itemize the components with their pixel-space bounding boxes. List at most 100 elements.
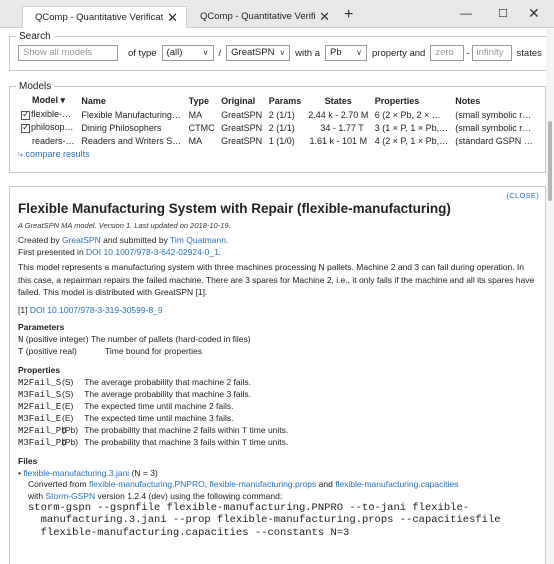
property-and-label: property and xyxy=(372,47,426,59)
tab-title: QComp - Quantitative Verification Benchm… xyxy=(200,11,316,22)
col-model-header[interactable]: Model ▾ xyxy=(18,93,78,108)
range-dash: - xyxy=(466,47,470,59)
min-states-input[interactable]: zero xyxy=(430,45,465,61)
cell-type: CTMC xyxy=(188,122,215,133)
cell-states: 2.44 k - 2.70 M xyxy=(308,109,369,120)
cell-original: GreatSPN xyxy=(221,122,263,133)
property-desc: The expected time until machine 3 fails. xyxy=(84,412,234,423)
col-original-header[interactable]: Original xyxy=(218,93,266,108)
col-notes-header[interactable]: Notes xyxy=(452,93,537,108)
with-a-label: with a xyxy=(295,47,320,59)
slash-separator: / xyxy=(218,47,222,59)
search-input[interactable]: Show all models xyxy=(18,45,118,61)
formalism-select-value: GreatSPN xyxy=(231,47,275,58)
tab-title: QComp - Quantitative Verification Benchm… xyxy=(35,12,163,23)
presented-prefix: First presented in xyxy=(18,247,84,257)
source-pnpro-link[interactable]: flexible-manufacturing.PNPRO xyxy=(89,479,205,489)
model-meta: A GreatSPN MA model. Version 1. Last upd… xyxy=(18,221,231,230)
max-states-input[interactable]: infinity xyxy=(471,45,512,61)
cell-original: GreatSPN xyxy=(221,109,263,120)
cell-model[interactable]: philosop… xyxy=(18,121,78,134)
cell-notes: (standard GSPN … xyxy=(455,135,533,146)
tool-link[interactable]: Storm-GSPN xyxy=(46,491,96,501)
col-properties-header[interactable]: Properties xyxy=(372,93,452,108)
cell-notes: (small symbolic r… xyxy=(455,122,532,133)
file-link[interactable]: flexible-manufacturing.3.jani xyxy=(23,468,129,478)
tab-close-icon[interactable]: ✕ xyxy=(167,10,178,26)
tab-close-icon[interactable]: ✕ xyxy=(319,9,330,25)
source-capacities-link[interactable]: flexible-manufacturing.capacities xyxy=(335,479,458,489)
cell-params: 1 (1/0) xyxy=(268,135,295,146)
cell-model[interactable]: readers-… xyxy=(18,134,78,147)
cell-type: MA xyxy=(188,109,203,120)
comma: , xyxy=(204,478,208,489)
property-desc-suffix: time units. xyxy=(249,424,289,435)
property-desc: The average probability that machine 2 f… xyxy=(84,376,252,387)
scrollbar-thumb[interactable] xyxy=(548,121,552,201)
col-states-header[interactable]: States xyxy=(305,93,372,108)
reference-number: [1] xyxy=(18,304,28,315)
property-code: M2Fail_S xyxy=(18,377,62,388)
cell-model[interactable]: flexible-… xyxy=(18,108,78,121)
parameter-desc: The number of pallets (hard-coded in fil… xyxy=(90,333,251,344)
compare-results-link[interactable]: ⤷ compare results xyxy=(18,149,537,160)
new-tab-icon[interactable]: + xyxy=(344,6,353,24)
bullet-icon: • xyxy=(18,467,21,478)
cell-states: 1.61 k - 101 M xyxy=(309,135,368,146)
cell-original: GreatSPN xyxy=(221,135,263,146)
property-type: (E) xyxy=(62,412,74,423)
formalism-select[interactable]: GreatSPN ∨ xyxy=(226,45,291,61)
parameter-row: N (positive integer) The number of palle… xyxy=(18,334,537,346)
conversion-prefix: Converted from xyxy=(28,478,87,489)
table-row[interactable]: flexible-… Flexible Manufacturing… MA Gr… xyxy=(18,108,537,121)
tool-version-text: version 1.2.4 (dev) using the following … xyxy=(97,490,283,501)
col-name-header[interactable]: Name xyxy=(78,93,185,108)
models-table: Model ▾ Name Type Original Params States… xyxy=(18,93,537,147)
presented-doi-link[interactable]: DOI 10.1007/978-3-642-02924-0_1 xyxy=(86,247,219,257)
cell-params: 2 (1/1) xyxy=(268,122,295,133)
close-window-icon[interactable]: ✕ xyxy=(528,5,540,22)
chevron-down-icon: ∨ xyxy=(279,48,286,57)
file-item: • flexible-manufacturing.3.jani (N = 3) xyxy=(18,468,537,478)
property-var: T xyxy=(242,425,248,436)
created-prefix: Created by xyxy=(18,235,60,245)
parameter-type: (positive integer) xyxy=(25,333,89,344)
cell-properties: 6 (2 × Pb, 2 × … xyxy=(374,109,441,120)
property-desc-suffix: time units. xyxy=(249,436,289,447)
property-row: M2Fail_Pb(Pb) The probability that machi… xyxy=(18,425,537,437)
model-detail-panel: (CLOSE) Flexible Manufacturing System wi… xyxy=(9,186,546,564)
model-title: Flexible Manufacturing System with Repai… xyxy=(18,201,451,216)
minimize-icon[interactable]: — xyxy=(460,6,472,20)
tab-qcomp-1[interactable]: QComp - Quantitative Verification Benchm… xyxy=(22,6,187,28)
col-params-header[interactable]: Params xyxy=(266,93,305,108)
row-checkbox[interactable] xyxy=(21,109,30,120)
model-description: This model represents a manufacturing sy… xyxy=(18,262,535,297)
presented-suffix: . xyxy=(218,247,222,257)
property-select[interactable]: Pb ∨ xyxy=(325,45,367,61)
row-checkbox[interactable] xyxy=(21,122,30,133)
created-line: Created by GreatSPN and submitted by Tim… xyxy=(18,235,537,245)
property-var: T xyxy=(242,437,248,448)
with-label: with xyxy=(28,490,44,501)
properties-heading: Properties xyxy=(18,364,61,375)
chevron-down-icon: ∨ xyxy=(202,48,209,57)
source-props-link[interactable]: flexible-manufacturing.props xyxy=(209,479,316,489)
page-scrollbar[interactable] xyxy=(546,29,554,564)
search-row: Show all models of type (all) ∨ / GreatS… xyxy=(18,45,547,61)
type-select[interactable]: (all) ∨ xyxy=(161,45,214,61)
property-type: (E) xyxy=(62,400,74,411)
maximize-icon[interactable]: ☐ xyxy=(498,7,508,20)
cell-type: MA xyxy=(188,135,203,146)
models-legend: Models xyxy=(19,81,52,92)
cell-model-id: philosop… xyxy=(31,122,74,133)
tab-qcomp-2[interactable]: QComp - Quantitative Verification Benchm… xyxy=(188,6,338,28)
col-type-header[interactable]: Type xyxy=(186,93,218,108)
parameters-heading: Parameters xyxy=(18,321,65,332)
reference-doi-link[interactable]: DOI 10.1007/978-3-319-30599-8_9 xyxy=(30,305,163,315)
creator-link[interactable]: GreatSPN xyxy=(62,235,101,245)
submitter-link[interactable]: Tim Quatmann. xyxy=(170,235,228,245)
close-detail-link[interactable]: (CLOSE) xyxy=(506,191,539,200)
table-row[interactable]: readers-… Readers and Writers S… MA Grea… xyxy=(18,134,537,147)
table-row[interactable]: philosop… Dining Philosophers CTMC Great… xyxy=(18,121,537,134)
parameter-name: N xyxy=(18,334,24,345)
